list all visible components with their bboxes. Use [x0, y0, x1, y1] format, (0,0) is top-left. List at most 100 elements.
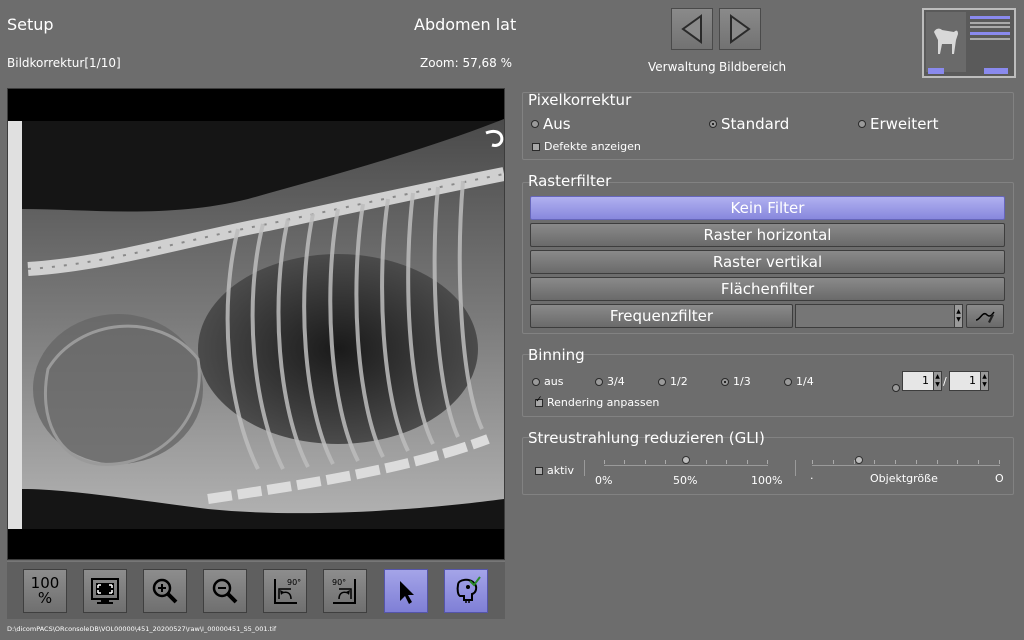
radio-binning-3-4[interactable]: [595, 377, 603, 386]
rotate-left-label: 90°: [287, 578, 301, 587]
binning-option-3-4-label: 3/4: [607, 375, 625, 388]
defects-label: Defekte anzeigen: [544, 140, 641, 153]
slider-tick: [624, 460, 625, 464]
render-label: Rendering anpassen: [547, 396, 660, 409]
binning-option-1-4[interactable]: 1/4: [784, 375, 814, 388]
frequenzfilter-edit-button[interactable]: [966, 304, 1004, 328]
radio-binning-1-2[interactable]: [658, 377, 666, 386]
binning-denominator-stepper[interactable]: 1 ▲ ▼: [949, 371, 989, 391]
render-checkbox[interactable]: [535, 395, 543, 407]
radio-binning-aus[interactable]: [532, 377, 540, 386]
gli-scale-100: 100%: [751, 474, 783, 487]
gli-strength-knob[interactable]: [682, 456, 690, 464]
radio-binning-1-4[interactable]: [784, 377, 792, 386]
rotate-right-label: 90°: [332, 578, 346, 587]
gli-active-checkbox[interactable]: [535, 466, 543, 475]
pixel-option-erweitert[interactable]: Erweitert: [858, 115, 938, 133]
binning-denominator-spinner[interactable]: ▲ ▼: [980, 372, 988, 390]
rotate-right-button[interactable]: 90°: [323, 569, 367, 613]
frequenzfilter-button[interactable]: Frequenzfilter: [530, 304, 793, 328]
gli-strength-slider[interactable]: [604, 456, 768, 472]
rotate-left-icon: 90°: [274, 578, 301, 604]
binning-numerator-spinner[interactable]: ▲ ▼: [933, 372, 941, 390]
dog-thumbnail-icon: [924, 10, 1014, 76]
nav-label-verwaltung: Verwaltung: [648, 60, 716, 74]
binning-fraction-separator: /: [943, 375, 947, 388]
slider-tick: [937, 460, 938, 464]
file-path: D:\dicomPACS\ORconsoleDB\VOL00000\451_20…: [7, 625, 277, 633]
pixel-option-aus[interactable]: Aus: [531, 115, 571, 133]
defects-checkbox-row[interactable]: Defekte anzeigen: [532, 140, 641, 153]
binning-option-1-4-label: 1/4: [796, 375, 814, 388]
render-checkbox-row[interactable]: Rendering anpassen: [535, 395, 660, 409]
binning-option-aus-label: aus: [544, 375, 564, 388]
slider-tick: [665, 460, 666, 464]
pixel-option-erweitert-label: Erweitert: [870, 115, 939, 133]
binning-option-1-2-label: 1/2: [670, 375, 688, 388]
slider-tick: [604, 460, 605, 464]
previous-button[interactable]: [671, 8, 713, 50]
slider-tick: [833, 460, 834, 464]
frequenzfilter-select[interactable]: ▲ ▼: [795, 304, 963, 328]
zoom-readout: Zoom: 57,68 %: [420, 56, 513, 70]
frequenzfilter-spinner[interactable]: ▲ ▼: [954, 305, 962, 327]
gli-scale-0: 0%: [595, 474, 613, 487]
slider-tick: [645, 460, 646, 464]
slider-tick: [957, 460, 958, 464]
slider-tick: [706, 460, 707, 464]
slider-tick: [726, 460, 727, 464]
pixel-option-standard[interactable]: Standard: [709, 115, 789, 133]
radio-binning-custom[interactable]: [892, 384, 900, 392]
rotate-right-icon: 90°: [332, 578, 356, 604]
slider-tick: [812, 460, 813, 464]
slider-tick: [767, 460, 768, 464]
anatomy-tool-button[interactable]: [444, 569, 488, 613]
fit-to-screen-button[interactable]: [83, 569, 127, 613]
raster-horizontal-button[interactable]: Raster horizontal: [530, 223, 1005, 247]
arrow-right-icon: [730, 14, 751, 44]
kein-filter-button[interactable]: Kein Filter: [530, 196, 1005, 220]
slider-tick: [999, 460, 1000, 464]
monitor-fit-icon: [91, 578, 119, 604]
edit-curve-icon: [975, 311, 995, 323]
next-button[interactable]: [719, 8, 761, 50]
binning-denominator-value[interactable]: 1: [950, 372, 980, 390]
binning-option-1-2[interactable]: 1/2: [658, 375, 688, 388]
rotate-left-button[interactable]: 90°: [263, 569, 307, 613]
binning-numerator-value[interactable]: 1: [903, 372, 933, 390]
zoom-100-button[interactable]: 100 %: [23, 569, 67, 613]
radio-binning-1-3[interactable]: [721, 377, 729, 386]
step-indicator: Bildkorrektur[1/10]: [7, 56, 121, 70]
slider-tick: [916, 460, 917, 464]
binning-numerator-stepper[interactable]: 1 ▲ ▼: [902, 371, 942, 391]
gli-size-separator: [795, 460, 796, 476]
zoom-out-button[interactable]: [203, 569, 247, 613]
binning-option-1-3[interactable]: 1/3: [721, 375, 751, 388]
binning-option-3-4[interactable]: 3/4: [595, 375, 625, 388]
zoom-100-line2: %: [37, 589, 53, 607]
gli-size-slider[interactable]: [812, 456, 1000, 472]
slider-tick: [747, 460, 748, 464]
pointer-tool-button[interactable]: [384, 569, 428, 613]
workflow-thumbnail[interactable]: [922, 8, 1016, 78]
cursor-arrow-icon: [400, 581, 414, 604]
xray-viewer[interactable]: [7, 88, 506, 560]
gli-size-max: O: [995, 472, 1004, 485]
page-title: Setup: [7, 15, 54, 34]
radio-aus[interactable]: [531, 120, 539, 128]
radio-erweitert[interactable]: [858, 120, 866, 128]
raster-vertikal-button[interactable]: Raster vertikal: [530, 250, 1005, 274]
radio-standard[interactable]: [709, 120, 717, 128]
pixel-option-standard-label: Standard: [721, 115, 790, 133]
zoom-out-icon: [212, 578, 238, 604]
flaechenfilter-button[interactable]: Flächenfilter: [530, 277, 1005, 301]
gli-active-row[interactable]: aktiv: [535, 464, 574, 477]
gli-title: Streustrahlung reduzieren (GLI): [528, 429, 765, 447]
gli-size-track: [812, 465, 1000, 466]
gli-size-label: Objektgröße: [870, 472, 938, 485]
binning-option-aus[interactable]: aus: [532, 375, 563, 388]
defects-checkbox[interactable]: [532, 142, 540, 151]
gli-size-knob[interactable]: [855, 456, 863, 464]
zoom-in-button[interactable]: [143, 569, 187, 613]
skull-check-icon: [456, 576, 481, 603]
